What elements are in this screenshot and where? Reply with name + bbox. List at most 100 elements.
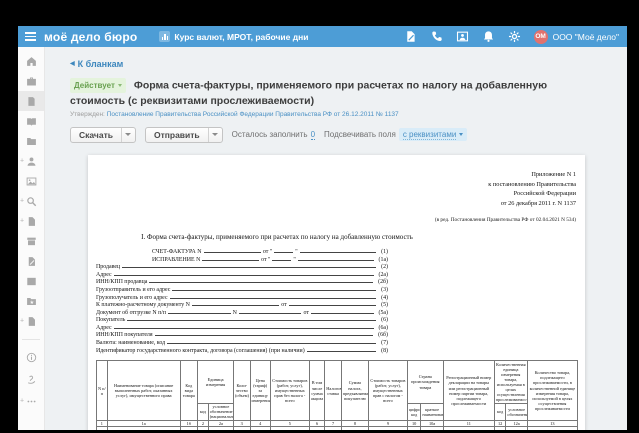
form-line-ref: (6) [378, 317, 388, 324]
invoice-table-cell[interactable] [198, 427, 209, 431]
bell-icon[interactable] [482, 30, 495, 43]
form-line: ИНН/КПП покупателя(6б) [96, 331, 388, 339]
highlight-fields-label: Подсвечивать поля [324, 130, 396, 139]
form-line-ref: (8) [378, 348, 388, 355]
form-blank-field[interactable] [202, 256, 259, 261]
form-blank-field[interactable] [149, 278, 373, 283]
form-blank-field[interactable] [170, 294, 377, 299]
sidebar-item-document-person[interactable]: + [18, 311, 44, 331]
form-blank-field[interactable] [114, 271, 374, 276]
hamburger-menu-icon[interactable] [25, 32, 36, 41]
folder-star-icon: ★ [26, 296, 37, 307]
form-line: ИНН/КПП продавца(2б) [96, 278, 388, 286]
form-blank-field[interactable] [298, 256, 374, 261]
invoice-table-cell[interactable] [208, 427, 233, 431]
invoice-table-cell[interactable] [107, 427, 180, 431]
invoice-table-cell[interactable] [250, 427, 270, 431]
form-blank-field[interactable] [307, 347, 376, 352]
page-title: Форма счета-фактуры, применяемого при ра… [70, 80, 547, 107]
form-blank-field[interactable] [289, 301, 376, 306]
gear-icon[interactable] [508, 30, 521, 43]
invoice-table-cell[interactable] [368, 427, 407, 431]
remaining-count-link[interactable]: 0 [311, 130, 315, 140]
form-line-ref: (2б) [375, 279, 388, 286]
menu-item-currency-rates[interactable]: Курс валют, МРОТ, рабочие дни [159, 31, 308, 42]
approved-regulation-link[interactable]: Постановление Правительства Российской Ф… [107, 111, 399, 118]
sidebar-item-more[interactable]: + [18, 390, 44, 412]
main-content: ◀ К бланкам ДействуетФорма счета-фактуры… [45, 47, 627, 430]
table-subcolumn-header: код [494, 403, 506, 420]
form-blank-field[interactable] [274, 248, 293, 253]
form-line: СЧЕТ-ФАКТУРА Nот ""(1) [152, 248, 388, 256]
invoice-table-cell[interactable] [421, 427, 443, 431]
invoice-table-cell[interactable] [407, 427, 421, 431]
plus-marker: + [20, 198, 24, 205]
sidebar-item-photo-card[interactable] [18, 271, 44, 291]
sidebar-item-blanks[interactable] [18, 91, 44, 111]
sidebar-item-info[interactable] [18, 346, 44, 368]
invoice-table-cell[interactable] [309, 427, 325, 431]
download-dropdown-caret[interactable] [121, 128, 135, 142]
form-blank-field[interactable] [311, 309, 374, 314]
form-blank-field[interactable] [167, 339, 376, 344]
invoice-header-lines: СЧЕТ-ФАКТУРА Nот ""(1)ИСПРАВЛЕНИЕ Nот ""… [96, 248, 388, 354]
sidebar-item-search[interactable]: + [18, 191, 44, 211]
traceability-cell[interactable] [443, 427, 494, 431]
invoice-table-cell[interactable] [341, 427, 368, 431]
sidebar-item-briefcase[interactable] [18, 71, 44, 91]
form-blank-field[interactable] [122, 263, 376, 268]
traceability-cell[interactable] [527, 427, 577, 431]
sidebar-item-document-edit[interactable] [18, 251, 44, 271]
form-blank-field[interactable] [192, 301, 279, 306]
send-dropdown-caret[interactable] [208, 128, 222, 142]
invoice-table-cell[interactable] [270, 427, 309, 431]
form-line-ref: (2) [378, 264, 388, 271]
form-blank-field[interactable] [168, 309, 231, 314]
traceability-cell[interactable] [494, 427, 506, 431]
invoice-table-cell[interactable] [97, 427, 108, 431]
calendar-person-icon[interactable] [456, 30, 469, 43]
sidebar-item-home[interactable] [18, 51, 44, 71]
chevron-down-icon [459, 133, 463, 136]
sidebar-item-support[interactable] [18, 368, 44, 390]
form-blank-field[interactable] [127, 316, 376, 321]
sidebar-item-handbook[interactable] [18, 111, 44, 131]
invoice-table-cell[interactable] [234, 427, 251, 431]
account-menu[interactable]: ОМ ООО "Моё дело" [534, 30, 619, 44]
back-link-label: К бланкам [78, 59, 124, 69]
invoice-table-cell[interactable] [180, 427, 197, 431]
phone-icon[interactable] [430, 30, 443, 43]
traceability-cell[interactable] [506, 427, 527, 431]
table-column-header: Единица измерения [198, 361, 234, 404]
form-line-label: от " [261, 257, 270, 264]
sidebar-item-folder-star[interactable]: ★ [18, 291, 44, 311]
sidebar-item-archive[interactable] [18, 231, 44, 251]
appendix-block: Приложение N 1к постановлению Правительс… [96, 170, 576, 209]
send-button[interactable]: Отправить [145, 127, 223, 143]
status-badge[interactable]: Действует [70, 78, 126, 93]
form-blank-field[interactable] [272, 256, 291, 261]
download-button[interactable]: Скачать [70, 127, 136, 143]
form-line-ref: (7) [378, 340, 388, 347]
form-blank-field[interactable] [114, 324, 374, 329]
form-blank-field[interactable] [172, 286, 376, 291]
form-line-label: Грузоотправитель и его адрес [96, 287, 170, 294]
back-to-blanks-link[interactable]: ◀ К бланкам [70, 59, 123, 69]
sidebar-item-person[interactable]: + [18, 151, 44, 171]
highlight-mode-dropdown[interactable]: с реквизитами [399, 128, 467, 141]
table-subcolumn-header: цифровой код [407, 403, 421, 420]
app-logo[interactable]: моё дело бюро [44, 30, 137, 44]
search-icon [26, 196, 37, 207]
form-blank-field[interactable] [239, 309, 302, 314]
form-blank-field[interactable] [204, 248, 261, 253]
form-line-ref: (3) [378, 287, 388, 294]
document-edit-icon[interactable] [404, 30, 417, 43]
form-blank-field[interactable] [300, 248, 376, 253]
form-blank-field[interactable] [155, 331, 374, 336]
invoice-table-cell[interactable] [325, 427, 342, 431]
sidebar-item-shared-folder[interactable] [18, 131, 44, 151]
document-section-title: I. Форма счета-фактуры, применяемого при… [96, 233, 458, 241]
plus-marker: + [20, 158, 24, 165]
sidebar-item-document[interactable]: + [18, 211, 44, 231]
sidebar-item-image-edit[interactable] [18, 171, 44, 191]
